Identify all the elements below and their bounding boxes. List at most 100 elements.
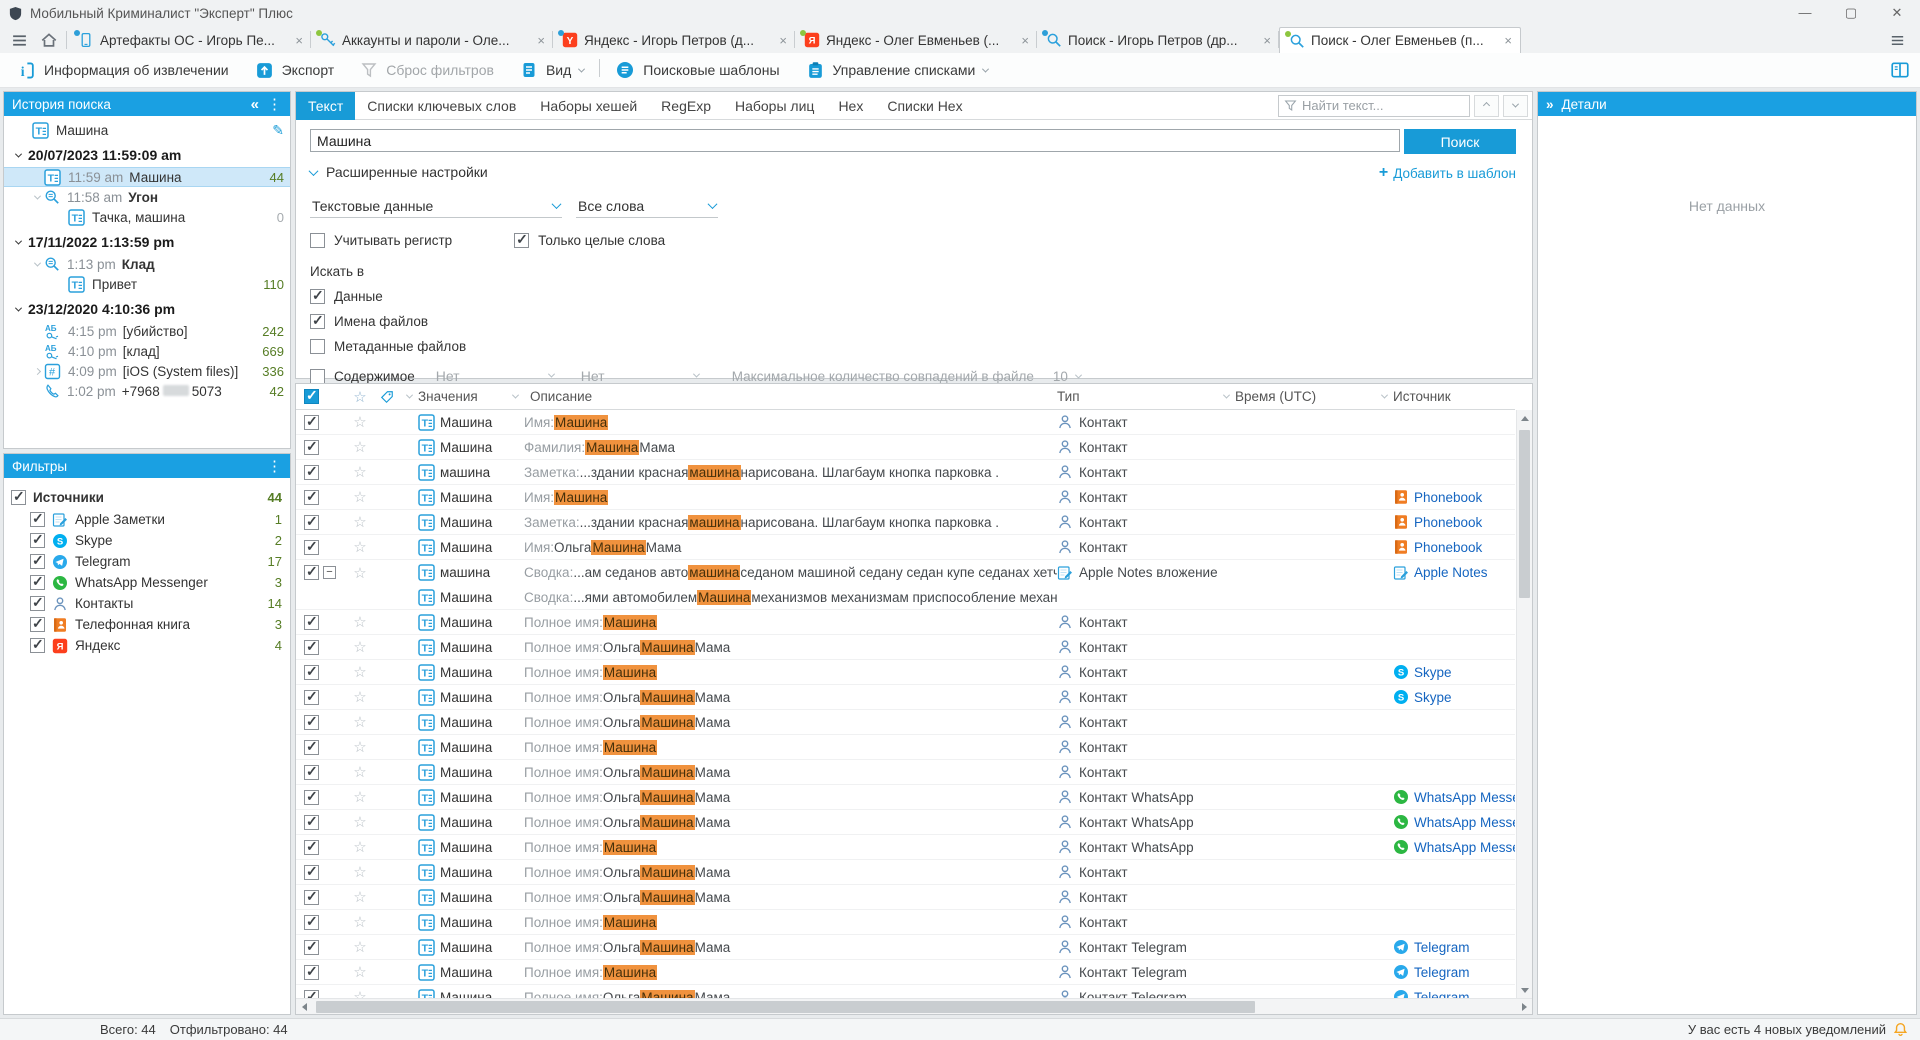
table-row[interactable]: ☆TМашинаПолное имя: Ольга Машина МамаКон…	[296, 885, 1515, 910]
column-filter-icon[interactable]	[406, 392, 413, 399]
values-column-header[interactable]: Значения	[418, 389, 478, 404]
type-column-header[interactable]: Тип	[1057, 389, 1080, 404]
collapse-group-box[interactable]: −	[323, 566, 336, 579]
history-item[interactable]: TТачка, машина0	[4, 207, 290, 227]
data-type-dropdown[interactable]: Текстовые данные	[310, 194, 562, 218]
row-checkbox[interactable]	[304, 640, 319, 655]
select-all-checkbox[interactable]	[304, 389, 319, 404]
row-checkbox[interactable]	[304, 940, 319, 955]
find-text-input[interactable]	[1302, 98, 1452, 113]
column-filter-icon[interactable]	[1223, 392, 1230, 399]
row-checkbox[interactable]	[304, 965, 319, 980]
reset-filters-button[interactable]: Сброс фильтров	[347, 53, 507, 87]
dropdown-chevron-icon[interactable]	[578, 65, 585, 72]
row-checkbox[interactable]	[304, 415, 319, 430]
table-row[interactable]: ☆TМашинаПолное имя: Ольга Машина МамаКон…	[296, 685, 1515, 710]
expand-chevron-icon[interactable]	[15, 150, 22, 157]
table-row[interactable]: ☆TМашинаПолное имя: Ольга Машина МамаКон…	[296, 635, 1515, 660]
row-source-link[interactable]: Skype	[1414, 665, 1452, 680]
filters-group-sources[interactable]: Источники44	[4, 486, 290, 509]
history-item[interactable]: TМашина✎	[4, 120, 290, 140]
option-checkbox[interactable]	[310, 289, 325, 304]
star-icon[interactable]: ☆	[353, 413, 366, 431]
filter-checkbox[interactable]	[30, 575, 45, 590]
row-checkbox[interactable]	[304, 990, 319, 999]
history-item[interactable]: АБ4:15 pm[убийство]242	[4, 321, 290, 341]
horizontal-scrollbar[interactable]	[296, 998, 1532, 1014]
row-checkbox[interactable]	[304, 765, 319, 780]
table-row[interactable]: ☆TМашинаПолное имя: МашинаКонтакт	[296, 735, 1515, 760]
expand-panel-icon[interactable]: »	[1546, 97, 1554, 112]
manage-lists-button[interactable]: Управление списками	[793, 53, 1002, 87]
star-icon[interactable]: ☆	[353, 888, 366, 906]
filter-item[interactable]: WhatsApp Messenger3	[4, 572, 290, 593]
star-icon[interactable]: ☆	[353, 863, 366, 881]
extraction-info-button[interactable]: iИнформация об извлечении	[4, 53, 242, 87]
search-templates-button[interactable]: Поисковые шаблоны	[602, 53, 792, 87]
star-icon[interactable]: ☆	[353, 763, 366, 781]
table-row[interactable]: ☆TМашинаПолное имя: Ольга Машина МамаКон…	[296, 985, 1515, 998]
filter-checkbox[interactable]	[30, 638, 45, 653]
tab-close-icon[interactable]: ×	[292, 33, 306, 48]
horizontal-scroll-thumb[interactable]	[316, 1001, 1255, 1013]
star-icon[interactable]: ☆	[353, 513, 366, 531]
row-checkbox[interactable]	[304, 890, 319, 905]
star-icon[interactable]: ☆	[353, 713, 366, 731]
row-source-link[interactable]: Phonebook	[1414, 515, 1482, 530]
star-icon[interactable]: ☆	[353, 813, 366, 831]
filter-checkbox[interactable]	[30, 617, 45, 632]
search-tab-hex[interactable]: Hex	[826, 92, 875, 120]
history-item[interactable]: АБ4:10 pm[клад]669	[4, 341, 290, 361]
history-item[interactable]: TПривет110	[4, 274, 290, 294]
history-item[interactable]: #4:09 pm[iOS (System files)]336	[4, 361, 290, 381]
advanced-settings-label[interactable]: Расширенные настройки	[326, 164, 488, 180]
home-icon[interactable]	[34, 27, 64, 53]
star-icon[interactable]: ☆	[353, 538, 366, 556]
layout-columns-icon[interactable]	[1890, 60, 1910, 80]
row-checkbox[interactable]	[304, 915, 319, 930]
row-source-link[interactable]: Telegram	[1414, 965, 1470, 980]
table-row[interactable]: ☆TМашинаПолное имя: МашинаКонтакт WhatsA…	[296, 835, 1515, 860]
notifications-button[interactable]: У вас есть 4 новых уведомлений	[1688, 1022, 1920, 1037]
row-checkbox[interactable]	[304, 490, 319, 505]
star-icon[interactable]: ☆	[353, 963, 366, 981]
scroll-down-icon[interactable]	[1517, 982, 1533, 998]
history-item[interactable]: T11:59 amМашина44	[4, 167, 290, 187]
row-checkbox[interactable]	[304, 515, 319, 530]
star-icon[interactable]: ☆	[353, 638, 366, 656]
row-checkbox[interactable]	[304, 715, 319, 730]
star-icon[interactable]: ☆	[353, 663, 366, 681]
search-tab-списки-ключевых-слов[interactable]: Списки ключевых слов	[355, 92, 528, 120]
export-button[interactable]: Экспорт	[242, 53, 348, 87]
table-row[interactable]: ☆TМашинаПолное имя: Ольга Машина МамаКон…	[296, 935, 1515, 960]
column-filter-icon[interactable]	[512, 392, 519, 399]
scroll-right-icon[interactable]	[1516, 999, 1532, 1015]
filter-checkbox[interactable]	[30, 533, 45, 548]
star-icon[interactable]: ☆	[353, 838, 366, 856]
search-tab-списки-hex[interactable]: Списки Hex	[875, 92, 974, 120]
row-checkbox[interactable]	[304, 865, 319, 880]
filter-item[interactable]: SSkype2	[4, 530, 290, 551]
row-checkbox[interactable]	[304, 740, 319, 755]
row-checkbox[interactable]	[304, 815, 319, 830]
star-icon[interactable]: ☆	[353, 488, 366, 506]
table-row[interactable]: ☆TМашинаЗаметка: ...здании красная машин…	[296, 510, 1515, 535]
table-row[interactable]: ☆TМашинаИмя: МашинаКонтактPhonebook	[296, 485, 1515, 510]
find-text-box[interactable]	[1278, 95, 1470, 117]
tab-close-icon[interactable]: ×	[1018, 33, 1032, 48]
star-icon[interactable]: ☆	[353, 788, 366, 806]
row-source-link[interactable]: Telegram	[1414, 990, 1470, 999]
close-button[interactable]: ✕	[1874, 0, 1920, 26]
app-tab[interactable]: Поиск - Игорь Петров (др...×	[1037, 27, 1279, 53]
view-button[interactable]: Вид	[507, 53, 597, 87]
search-button[interactable]: Поиск	[1404, 129, 1516, 154]
star-icon[interactable]: ☆	[353, 438, 366, 456]
filter-checkbox[interactable]	[30, 512, 45, 527]
table-row[interactable]: TМашинаСводка: ...ями автомобилем Машина…	[296, 585, 1515, 610]
table-row[interactable]: ☆TМашинаПолное имя: Ольга Машина МамаКон…	[296, 760, 1515, 785]
minimize-button[interactable]: —	[1782, 0, 1828, 26]
row-source-link[interactable]: WhatsApp Messenger	[1414, 790, 1515, 805]
app-tab[interactable]: Поиск - Олег Евменьев (п...×	[1279, 27, 1521, 53]
dropdown-chevron-icon[interactable]	[982, 65, 989, 72]
edit-pencil-icon[interactable]: ✎	[272, 122, 284, 139]
